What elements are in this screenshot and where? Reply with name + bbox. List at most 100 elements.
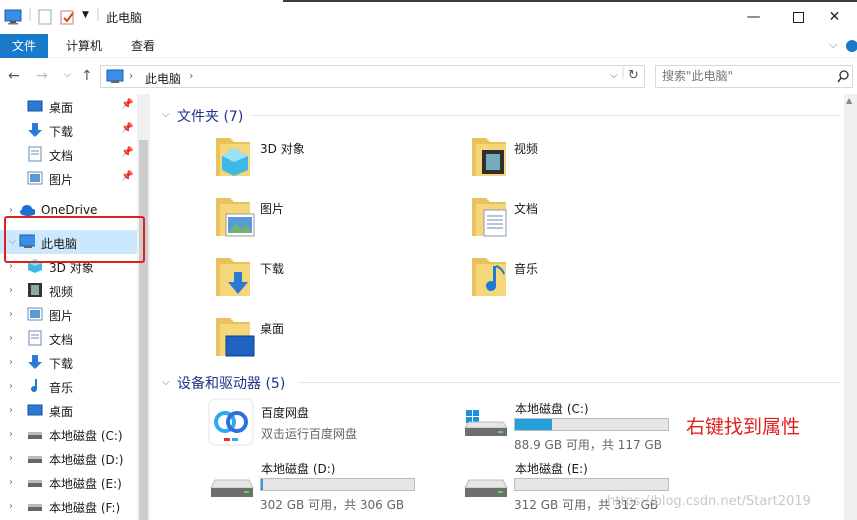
tab-computer[interactable]: 计算机 xyxy=(58,34,110,58)
drive-c[interactable]: 本地磁盘 (C:) 88.9 GB 可用，共 117 GB xyxy=(462,398,672,452)
drive-d-usage-bar xyxy=(260,478,415,491)
window-title: 此电脑 xyxy=(106,11,143,25)
chevron-right-icon[interactable]: › xyxy=(9,429,13,440)
minimize-icon: — xyxy=(746,9,761,25)
sidebar-item-documents[interactable]: › 文档 xyxy=(0,326,137,350)
help-icon[interactable] xyxy=(846,39,857,53)
folder-documents[interactable]: 文档 xyxy=(468,192,708,242)
pin-icon[interactable]: 📌 xyxy=(121,171,133,182)
properties-icon[interactable] xyxy=(38,9,52,25)
quick-access-dropdown-icon[interactable]: ▼ xyxy=(82,10,89,20)
baidu-sub: 双击运行百度网盘 xyxy=(261,427,358,441)
chevron-right-icon[interactable]: › xyxy=(9,501,13,512)
up-arrow-icon[interactable]: ↑ xyxy=(81,68,93,84)
chevron-right-icon[interactable]: › xyxy=(9,453,13,464)
sidebar-item-drive-c[interactable]: › 本地磁盘 (C:) xyxy=(0,422,137,446)
baidu-netdisk[interactable]: 百度网盘 双击运行百度网盘 xyxy=(208,398,458,450)
pin-icon[interactable]: 📌 xyxy=(121,123,133,134)
forward-arrow-icon[interactable]: → xyxy=(36,68,48,84)
sidebar-item-pictures[interactable]: › 图片 xyxy=(0,302,137,326)
chevron-right-icon[interactable]: › xyxy=(9,405,13,416)
scroll-up-icon[interactable]: ▲ xyxy=(846,96,852,105)
sidebar-item-videos[interactable]: › 视频 xyxy=(0,278,137,302)
new-folder-icon[interactable] xyxy=(60,9,76,25)
folder-downloads[interactable]: 下载 xyxy=(212,252,452,302)
drive-icon xyxy=(464,479,508,497)
sidebar-item-desktop[interactable]: › 桌面 xyxy=(0,398,137,422)
3d-objects-folder-icon xyxy=(216,138,250,176)
sidebar-item-drive-d[interactable]: › 本地磁盘 (D:) xyxy=(0,446,137,470)
refresh-icon[interactable]: ↻ xyxy=(628,68,639,83)
document-icon xyxy=(28,146,42,162)
drive-d[interactable]: 本地磁盘 (D:) 302 GB 可用，共 306 GB xyxy=(208,458,458,512)
maximize-icon xyxy=(793,11,804,23)
sidebar-item-music[interactable]: › 音乐 xyxy=(0,374,137,398)
minimize-button[interactable]: — xyxy=(731,0,776,34)
search-input[interactable] xyxy=(662,69,822,83)
sidebar-item-label: 本地磁盘 (D:) xyxy=(49,453,124,467)
music-icon xyxy=(31,379,38,393)
chevron-right-icon[interactable]: › xyxy=(9,357,13,368)
close-button[interactable]: ✕ xyxy=(812,0,857,34)
chevron-right-icon[interactable]: › xyxy=(9,205,13,216)
search-box[interactable] xyxy=(655,65,853,88)
tab-view[interactable]: 查看 xyxy=(122,34,164,58)
address-chevron-icon-2[interactable]: › xyxy=(189,69,193,82)
back-arrow-icon[interactable]: ← xyxy=(8,68,20,84)
folder-desktop[interactable]: 桌面 xyxy=(212,312,452,362)
tab-file[interactable]: 文件 xyxy=(0,34,48,58)
folders-header[interactable]: 文件夹 (7) xyxy=(177,106,243,126)
chevron-right-icon[interactable]: › xyxy=(9,477,13,488)
pictures-icon xyxy=(27,171,43,185)
chevron-down-icon[interactable]: ⌵ xyxy=(162,109,170,120)
pin-icon[interactable]: 📌 xyxy=(121,99,133,110)
chevron-right-icon[interactable]: › xyxy=(9,309,13,320)
drive-icon xyxy=(210,479,254,497)
folder-label: 3D 对象 xyxy=(260,142,305,156)
chevron-right-icon[interactable]: › xyxy=(9,333,13,344)
sidebar-item-drive-f[interactable]: › 本地磁盘 (F:) xyxy=(0,494,137,518)
recent-locations-icon[interactable]: ⌵ xyxy=(64,70,71,80)
sidebar-item-label: 本地磁盘 (E:) xyxy=(49,477,122,491)
folder-pictures[interactable]: 图片 xyxy=(212,192,452,242)
computer-icon[interactable] xyxy=(4,9,22,25)
title-bar: | ▼ | 此电脑 — ✕ xyxy=(0,0,857,34)
folder-label: 文档 xyxy=(514,202,539,216)
sidebar-item-documents-quick[interactable]: 文档 📌 xyxy=(0,142,137,166)
search-icon[interactable] xyxy=(837,70,850,83)
download-icon xyxy=(28,123,42,137)
pictures-icon xyxy=(27,307,43,321)
folder-3d-objects[interactable]: 3D 对象 xyxy=(212,132,452,182)
sidebar-item-downloads[interactable]: › 下载 xyxy=(0,350,137,374)
close-icon: ✕ xyxy=(828,9,841,25)
sidebar-item-desktop-quick[interactable]: 桌面 📌 xyxy=(0,94,137,118)
address-bar[interactable]: › 此电脑 › ⌵ | ↻ xyxy=(100,65,645,88)
address-dropdown-icon[interactable]: ⌵ xyxy=(610,70,618,81)
sidebar-item-pictures-quick[interactable]: 图片 📌 xyxy=(0,166,137,190)
sidebar-item-drive-e[interactable]: › 本地磁盘 (E:) xyxy=(0,470,137,494)
pin-icon[interactable]: 📌 xyxy=(121,147,133,158)
sidebar-scrollbar[interactable] xyxy=(137,94,150,520)
drive-icon xyxy=(28,456,42,463)
chevron-right-icon[interactable]: › xyxy=(9,381,13,392)
chevron-down-icon[interactable]: ⌵ xyxy=(162,377,170,388)
drive-c-usage-bar xyxy=(514,418,669,431)
address-chevron-icon[interactable]: › xyxy=(129,69,133,82)
folder-music[interactable]: 音乐 xyxy=(468,252,708,302)
chevron-right-icon[interactable]: › xyxy=(9,285,13,296)
pictures-folder-icon xyxy=(216,198,255,237)
folder-videos[interactable]: 视频 xyxy=(468,132,708,182)
content-scrollbar[interactable]: ▲ xyxy=(844,94,857,520)
baidu-netdisk-icon xyxy=(208,398,254,446)
folder-label: 音乐 xyxy=(514,262,539,276)
devices-header[interactable]: 设备和驱动器 (5) xyxy=(177,373,285,393)
content-pane: ⌵ 文件夹 (7) 3D 对象 视频 图片 文档 下载 音乐 桌面 ⌵ 设备和驱… xyxy=(150,94,844,520)
sidebar-scroll-thumb[interactable] xyxy=(139,140,148,520)
sidebar-item-downloads-quick[interactable]: 下载 📌 xyxy=(0,118,137,142)
ribbon-expand-icon[interactable]: ⌵ xyxy=(829,38,837,52)
address-path[interactable]: 此电脑 xyxy=(145,70,181,87)
sidebar-item-label: 图片 xyxy=(49,173,74,187)
drive-info: 302 GB 可用，共 306 GB xyxy=(260,498,405,512)
drive-label: 本地磁盘 (D:) xyxy=(261,462,336,476)
drive-label: 本地磁盘 (C:) xyxy=(515,402,589,416)
